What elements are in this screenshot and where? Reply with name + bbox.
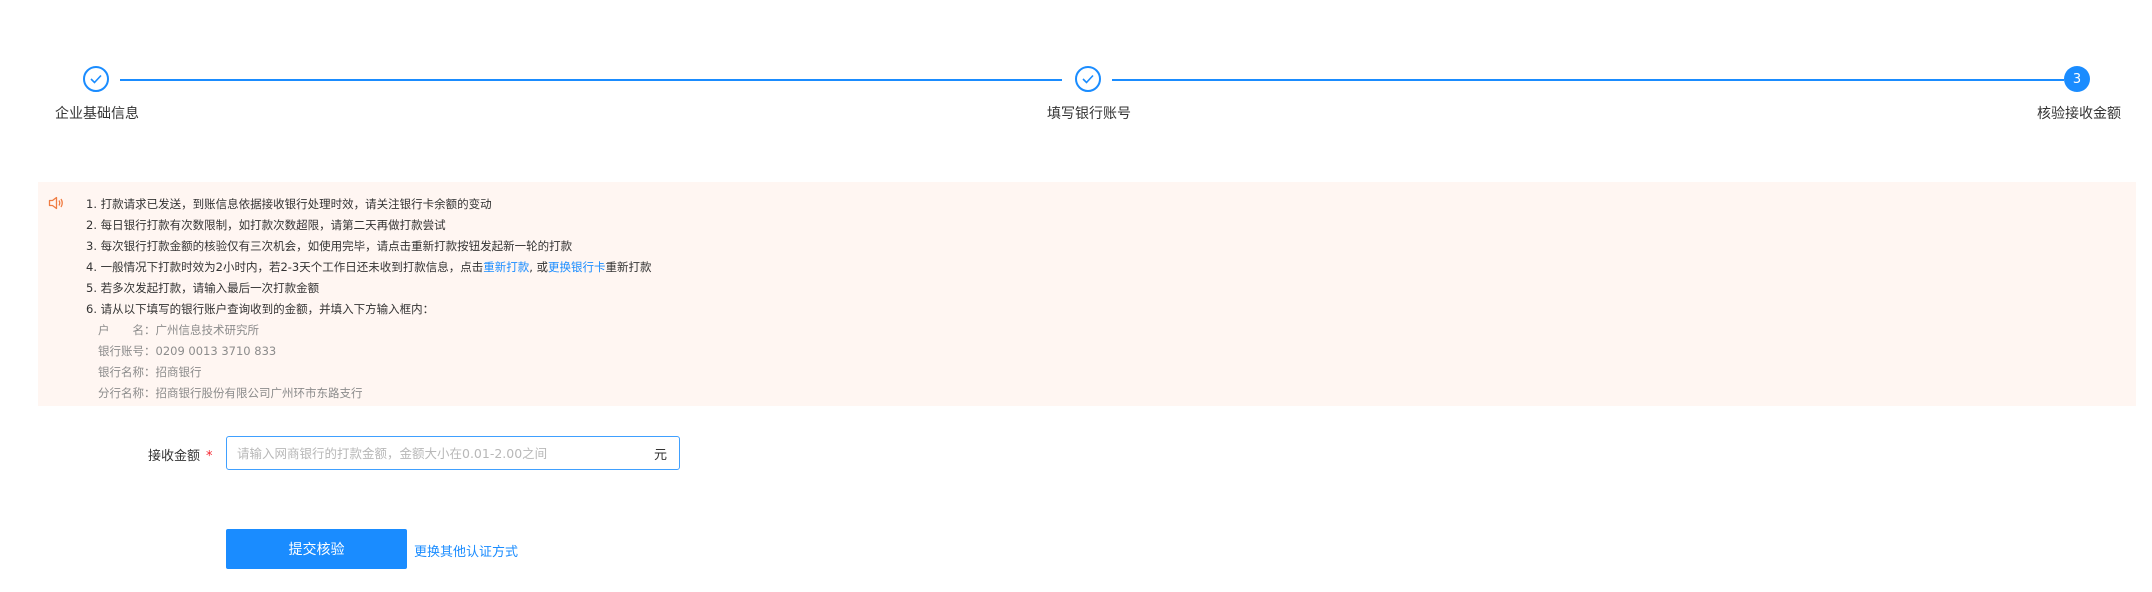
step-connector-1: [120, 79, 1062, 81]
notice-list: 1. 打款请求已发送，到账信息依据接收银行处理时效，请关注银行卡余额的变动 2.…: [86, 194, 652, 404]
submit-verification-button[interactable]: 提交核验: [226, 529, 407, 569]
notice-item-1: 1. 打款请求已发送，到账信息依据接收银行处理时效，请关注银行卡余额的变动: [86, 197, 492, 211]
notice-item-2: 2. 每日银行打款有次数限制，如打款次数超限，请第二天再做打款尝试: [86, 218, 446, 232]
notice-item-4-suffix: 重新打款: [605, 260, 652, 274]
notice-item-4-prefix: 4. 一般情况下打款时效为2小时内，若2-3天个工作日还未收到打款信息，点击: [86, 260, 484, 274]
account-name: 户 名：广州信息技术研究所: [98, 323, 259, 337]
speaker-icon: [48, 195, 64, 214]
step-3-number: 3: [2064, 66, 2090, 92]
notice-panel: 1. 打款请求已发送，到账信息依据接收银行处理时效，请关注银行卡余额的变动 2.…: [38, 182, 2136, 406]
currency-unit: 元: [653, 447, 667, 463]
step-1-label: 企业基础信息: [55, 106, 139, 122]
required-mark: *: [206, 449, 213, 464]
amount-input[interactable]: [227, 437, 654, 469]
step-connector-2: [1112, 79, 2064, 81]
notice-item-4-middle: , 或: [529, 260, 549, 274]
change-bank-card-link[interactable]: 更换银行卡: [548, 260, 606, 274]
notice-item-3: 3. 每次银行打款金额的核验仅有三次机会，如使用完毕，请点击重新打款按钮发起新一…: [86, 239, 573, 253]
branch-name: 分行名称：招商银行股份有限公司广州环市东路支行: [98, 386, 363, 400]
change-auth-method-link[interactable]: 更换其他认证方式: [414, 541, 518, 560]
notice-item-5: 5. 若多次发起打款，请输入最后一次打款金额: [86, 281, 320, 295]
step-3-label: 核验接收金额: [2037, 106, 2121, 122]
amount-label-text: 接收金额: [148, 449, 201, 464]
notice-item-6: 6. 请从以下填写的银行账户查询收到的金额，并填入下方输入框内：: [86, 302, 435, 316]
account-number: 银行账号：0209 0013 3710 833: [98, 344, 277, 358]
amount-field-label: 接收金额 *: [148, 445, 213, 464]
notice-item-4: 4. 一般情况下打款时效为2小时内，若2-3天个工作日还未收到打款信息，点击重新…: [86, 257, 652, 278]
retry-transfer-link[interactable]: 重新打款: [483, 260, 529, 274]
amount-input-wrapper: 元: [226, 436, 680, 470]
bank-name: 银行名称：招商银行: [98, 365, 202, 379]
step-2-label: 填写银行账号: [1047, 106, 1131, 122]
step-1-check-icon: [83, 66, 109, 92]
progress-steps: 企业基础信息 填写银行账号 3 核验接收金额: [0, 0, 2152, 140]
step-2-check-icon: [1075, 66, 1101, 92]
